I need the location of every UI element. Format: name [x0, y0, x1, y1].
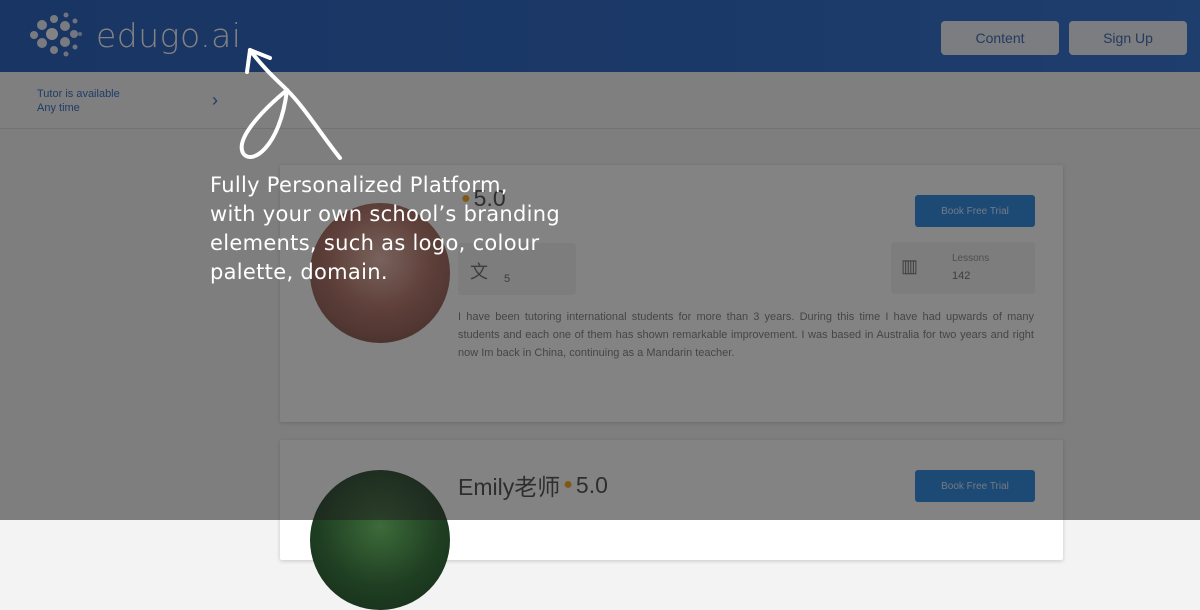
book-free-trial-button[interactable]: Book Free Trial [915, 195, 1035, 227]
logo-dots-icon [30, 12, 82, 57]
filter-bar: Tutor is available Any time › [0, 72, 1200, 129]
top-header: edugo.ai Content Sign Up [0, 0, 1200, 72]
content-button[interactable]: Content [941, 21, 1059, 55]
lessons-value: 142 [952, 270, 971, 282]
logo[interactable]: edugo.ai [28, 10, 241, 60]
tutor-bio: I have been tutoring international stude… [458, 311, 1034, 359]
availability-filter[interactable]: Tutor is available Any time [37, 87, 120, 115]
annotation-caption: Fully Personalized Platform, with your o… [210, 171, 630, 287]
caption-line: with your own school’s branding [210, 202, 560, 226]
tutor-name[interactable]: Emily老师 [458, 468, 560, 502]
tutor-card: Emily老师 ● 5.0 Book Free Trial [280, 440, 1063, 610]
logo-text: edugo.ai [96, 15, 242, 55]
hand-drawn-arrow-icon [239, 48, 342, 160]
tutor-name-row: Emily老师 ● 5.0 [458, 468, 608, 502]
availability-value: Any time [37, 102, 80, 114]
lessons-label: Lessons [952, 253, 990, 264]
sign-up-button[interactable]: Sign Up [1069, 21, 1187, 55]
tutor-rating: 5.0 [575, 471, 608, 498]
availability-label: Tutor is available [37, 88, 120, 100]
book-free-trial-button[interactable]: Book Free Trial [915, 470, 1035, 502]
book-icon: ▥ [901, 256, 919, 276]
caption-line: elements, such as logo, colour [210, 231, 540, 255]
caption-line: Fully Personalized Platform, [210, 173, 508, 197]
star-icon: ● [563, 476, 573, 493]
chevron-right-icon[interactable]: › [212, 91, 218, 109]
caption-line: palette, domain. [210, 260, 388, 284]
lessons-stat-box: ▥ Lessons 142 [891, 242, 1035, 294]
tutor-avatar[interactable] [310, 470, 450, 610]
